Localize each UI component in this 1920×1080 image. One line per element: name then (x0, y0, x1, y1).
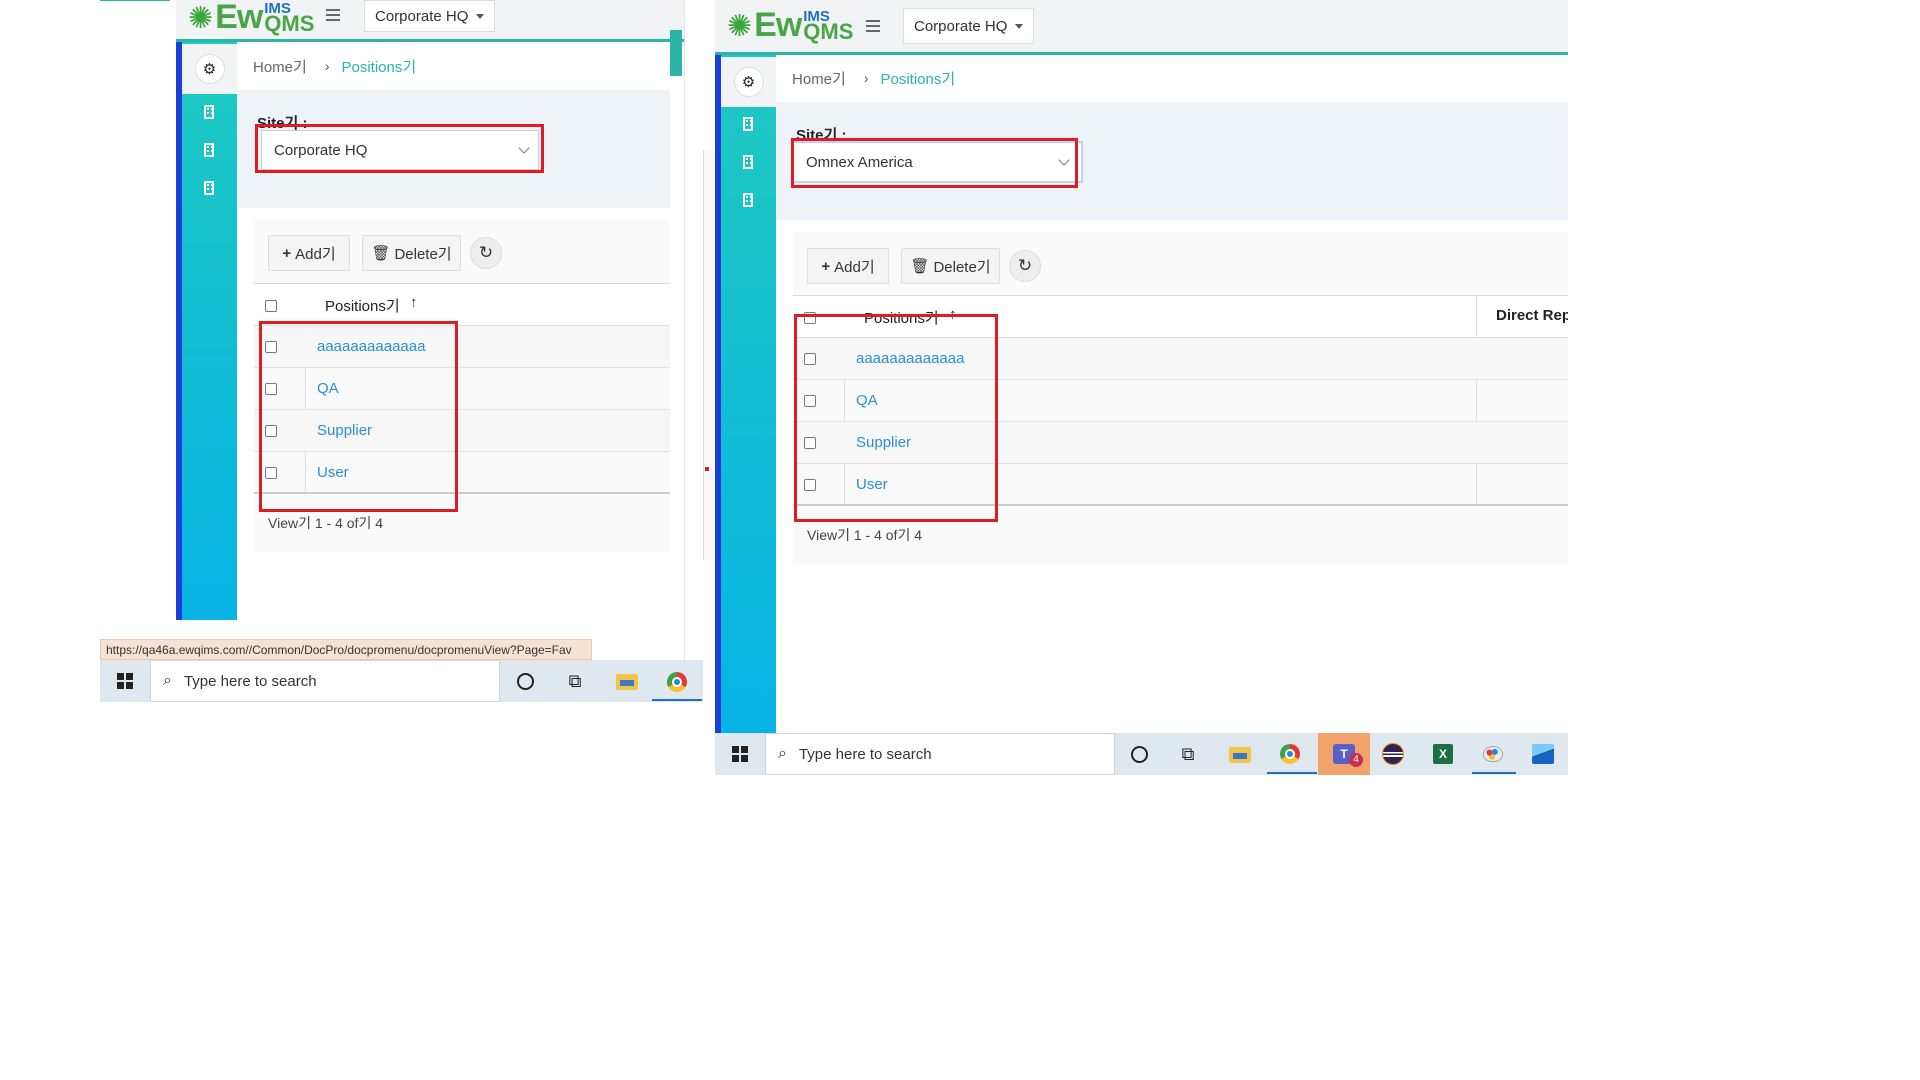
left-header: ✺ Ew IMS QMS Corporate HQ (176, 0, 684, 42)
breadcrumb-current: Positions기 (341, 58, 417, 76)
right-breadcrumb: Home기 › Positions기 (776, 56, 1568, 100)
left-scroll-accent (670, 30, 682, 76)
column-header-direct-report[interactable]: Direct Rep (1496, 307, 1568, 324)
highlight-box (791, 138, 1078, 188)
breadcrumb-home[interactable]: Home기 (253, 56, 307, 77)
task-view-icon[interactable]: ⧉ (1175, 741, 1201, 767)
add-button[interactable]: + Add기 (807, 248, 889, 284)
top-accent-line (100, 0, 170, 1)
file-explorer-icon[interactable] (1227, 744, 1253, 766)
add-button[interactable]: + Add기 (268, 235, 350, 271)
excel-icon[interactable]: X (1431, 742, 1455, 766)
trash-icon: 🗑 (371, 245, 391, 262)
left-app-window: ✺ Ew IMS QMS Corporate HQ ⚙ Home기 › Posit… (176, 0, 684, 620)
right-logo: ✺ Ew IMS QMS (727, 6, 854, 45)
breadcrumb-current: Positions기 (880, 70, 956, 88)
plus-icon: + (821, 257, 831, 275)
search-icon: ⌕ (778, 745, 787, 762)
status-url: https://qa46a.ewqims.com//Common/DocPro/… (100, 639, 592, 660)
left-taskbar: ⌕ Type here to search ⧉ (100, 660, 703, 702)
background-window-strip (703, 150, 715, 560)
breadcrumb-separator-icon: › (863, 70, 869, 86)
eclipse-icon[interactable] (1381, 742, 1405, 766)
sort-up-icon[interactable]: ↑ (410, 294, 418, 311)
highlight-box (794, 314, 998, 522)
building-icon[interactable] (204, 143, 214, 157)
right-site-filter-area: Site기 : Omnex America (776, 102, 1568, 220)
left-header-site-dropdown[interactable]: Corporate HQ (364, 0, 496, 32)
logo-flower-icon: ✺ (188, 2, 214, 35)
left-logo: ✺ Ew IMS QMS (188, 0, 315, 37)
chrome-icon[interactable] (1279, 743, 1301, 765)
breadcrumb-home[interactable]: Home기 (792, 68, 846, 89)
windows-start-icon[interactable] (117, 673, 133, 689)
right-app-window: ✺ Ew IMS QMS Corporate HQ ⚙ Home기 › Posit… (715, 0, 1568, 733)
building-icon[interactable] (743, 117, 753, 131)
refresh-button[interactable]: ↻ (470, 237, 502, 269)
building-icon[interactable] (204, 105, 214, 119)
right-header-site-dropdown[interactable]: Corporate HQ (903, 8, 1035, 44)
column-header-positions[interactable]: Positions기 (325, 295, 400, 316)
trash-icon: 🗑 (910, 258, 930, 275)
caret-down-icon (1015, 23, 1024, 29)
file-explorer-icon[interactable] (614, 671, 640, 693)
refresh-button[interactable]: ↻ (1009, 250, 1041, 282)
left-window-edge (684, 0, 685, 660)
delete-button[interactable]: 🗑 Delete기 (362, 235, 461, 271)
building-icon[interactable] (743, 193, 753, 207)
left-breadcrumb: Home기 › Positions기 (237, 44, 670, 88)
refresh-icon: ↻ (1017, 256, 1033, 275)
pager-info: View기 1 - 4 of기 4 (268, 515, 383, 531)
settings-gear-icon[interactable]: ⚙ (733, 67, 764, 97)
highlight-box (259, 321, 458, 512)
windows-start-icon[interactable] (732, 746, 748, 762)
select-all-checkbox[interactable] (265, 300, 277, 312)
teams-badge: 4 (1349, 753, 1363, 767)
right-taskbar: ⌕ Type here to search ⧉ T 4 X (715, 733, 1568, 775)
cortana-icon[interactable] (512, 668, 538, 694)
building-icon[interactable] (204, 181, 214, 195)
settings-gear-icon[interactable]: ⚙ (194, 54, 225, 84)
cortana-icon[interactable] (1126, 741, 1152, 767)
teams-icon[interactable]: T 4 (1318, 733, 1370, 775)
pager-info: View기 1 - 4 of기 4 (807, 527, 922, 543)
left-menu-toggle-icon[interactable] (326, 9, 340, 21)
paint-icon[interactable] (1481, 742, 1505, 766)
delete-button[interactable]: 🗑 Delete기 (901, 248, 1000, 284)
building-icon[interactable] (743, 155, 753, 169)
right-header: ✺ Ew IMS QMS Corporate HQ (715, 0, 1568, 55)
photos-icon[interactable] (1531, 742, 1555, 766)
caret-down-icon (476, 13, 485, 19)
left-sidebar: ⚙ (176, 42, 237, 620)
search-icon: ⌕ (163, 672, 172, 689)
breadcrumb-separator-icon: › (324, 58, 330, 74)
plus-icon: + (282, 244, 292, 262)
logo-flower-icon: ✺ (727, 10, 753, 43)
highlight-box (255, 124, 544, 173)
right-menu-toggle-icon[interactable] (866, 20, 880, 32)
left-site-filter-area: Site기 : Corporate HQ (237, 90, 670, 208)
right-sidebar: ⚙ (715, 55, 776, 733)
taskbar-search-input[interactable]: ⌕ Type here to search (765, 733, 1115, 775)
cursor-dot (705, 467, 709, 471)
grid-header: Positions기 ↑ (254, 283, 670, 326)
chrome-icon[interactable] (666, 671, 688, 693)
refresh-icon: ↻ (478, 243, 494, 262)
taskbar-search-input[interactable]: ⌕ Type here to search (150, 660, 500, 702)
task-view-icon[interactable]: ⧉ (562, 668, 588, 694)
